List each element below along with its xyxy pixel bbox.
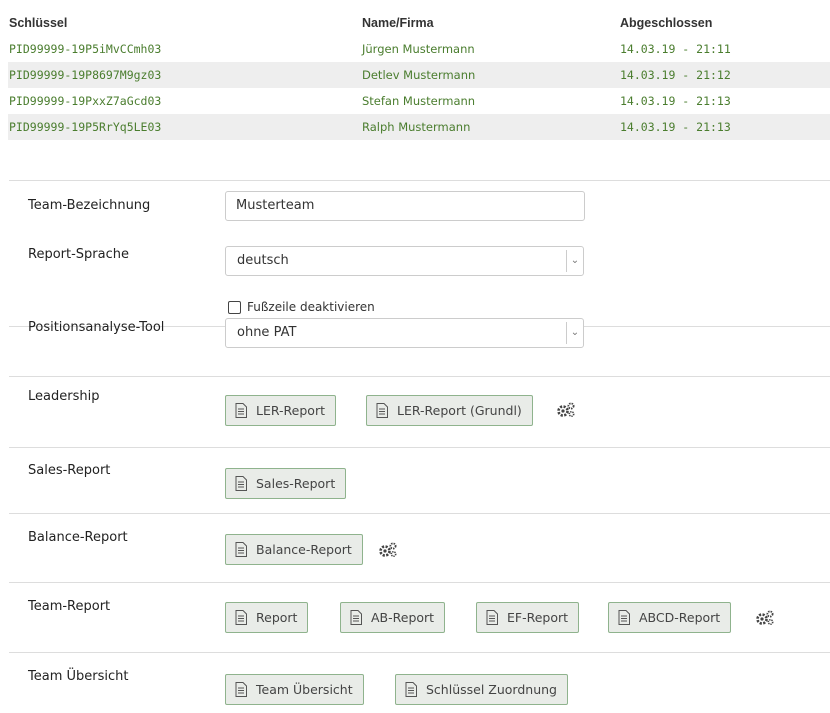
pat-label: Positionsanalyse-Tool [28,320,165,335]
row-date[interactable]: 14.03.19 - 21:13 [620,88,731,114]
keys-table: Schlüssel Name/Firma Abgeschlossen PID99… [8,10,830,140]
chevron-down-icon: ⌄ [566,322,583,344]
balance-label: Balance-Report [28,530,128,545]
row-name[interactable]: Stefan Mustermann [362,88,475,114]
team-name-label: Team-Bezeichnung [28,198,151,213]
ef-report-button[interactable]: EF-Report [476,602,580,633]
row-key[interactable]: PID99999-19P5iMvCCmh03 [9,36,161,62]
abcd-report-button[interactable]: ABCD-Report [608,602,732,633]
table-row[interactable]: PID99999-19P5RrYq5LE03 Ralph Mustermann … [8,114,830,140]
table-row[interactable]: PID99999-19P8697M9gz03 Detlev Mustermann… [8,62,830,88]
footer-checkbox-label[interactable]: Fußzeile deaktivieren [247,300,375,314]
balance-report-label: Balance-Report [256,542,352,557]
document-icon [350,610,362,625]
row-name[interactable]: Detlev Mustermann [362,62,475,88]
ler-report-label: LER-Report [256,403,325,418]
document-icon [235,403,247,418]
footer-checkbox[interactable] [228,300,241,314]
footer-checkbox-row[interactable]: Fußzeile deaktivieren [228,299,375,315]
report-language-value: deutsch [237,253,289,268]
row-key[interactable]: PID99999-19P5RrYq5LE03 [9,114,161,140]
column-header-key: Schlüssel [9,16,68,30]
settings-section: Team-Bezeichnung Musterteam Report-Sprac… [9,181,830,327]
report-language-select[interactable]: deutsch ⌄ [225,246,584,276]
row-key[interactable]: PID99999-19P8697M9gz03 [9,62,161,88]
document-icon [376,403,388,418]
ab-report-label: AB-Report [371,610,435,625]
sales-report-button[interactable]: Sales-Report [225,468,347,499]
document-icon [486,610,498,625]
team-report-section: Team-Report Report AB-Report EF-Report A… [9,583,830,653]
abcd-report-label: ABCD-Report [639,610,721,625]
gears-icon[interactable] [555,401,577,419]
document-icon [235,476,247,491]
team-overview-button[interactable]: Team Übersicht [225,674,364,705]
sales-section: Sales-Report Sales-Report [9,448,830,514]
report-language-label: Report-Sprache [28,247,129,262]
ler-report-grundl-button[interactable]: LER-Report (Grundl) [366,395,533,426]
document-icon [235,610,247,625]
ler-report-button[interactable]: LER-Report [225,395,336,426]
report-label: Report [256,610,298,625]
row-key[interactable]: PID99999-19PxxZ7aGcd03 [9,88,161,114]
ef-report-label: EF-Report [507,610,569,625]
leadership-section: Leadership LER-Report LER-Report (Grundl… [9,377,830,448]
pat-section: Positionsanalyse-Tool ohne PAT ⌄ [9,318,830,377]
pat-select[interactable]: ohne PAT ⌄ [225,318,584,348]
team-report-label: Team-Report [28,599,111,614]
sales-report-label: Sales-Report [256,476,336,491]
gears-icon[interactable] [377,541,399,559]
row-date[interactable]: 14.03.19 - 21:13 [620,114,731,140]
row-name[interactable]: Jürgen Mustermann [362,36,475,62]
balance-report-button[interactable]: Balance-Report [225,534,363,565]
row-date[interactable]: 14.03.19 - 21:11 [620,36,731,62]
key-assignment-button[interactable]: Schlüssel Zuordnung [395,674,568,705]
team-settings-form: Team-Bezeichnung Musterteam Report-Sprac… [9,180,830,713]
column-header-completed: Abgeschlossen [620,16,713,30]
report-button[interactable]: Report [225,602,309,633]
team-name-input[interactable]: Musterteam [225,191,585,221]
row-name[interactable]: Ralph Mustermann [362,114,470,140]
team-overview-label: Team Übersicht [28,669,129,684]
team-overview-section: Team Übersicht Team Übersicht Schlüssel … [9,653,830,713]
ler-report-grundl-label: LER-Report (Grundl) [397,403,522,418]
document-icon [235,542,247,557]
pat-value: ohne PAT [237,325,297,340]
gears-icon[interactable] [754,609,776,627]
table-row[interactable]: PID99999-19PxxZ7aGcd03 Stefan Mustermann… [8,88,830,114]
table-header: Schlüssel Name/Firma Abgeschlossen [8,10,830,36]
table-row[interactable]: PID99999-19P5iMvCCmh03 Jürgen Mustermann… [8,36,830,62]
column-header-name: Name/Firma [362,16,434,30]
balance-section: Balance-Report Balance-Report [9,514,830,583]
document-icon [618,610,630,625]
ab-report-button[interactable]: AB-Report [340,602,446,633]
row-date[interactable]: 14.03.19 - 21:12 [620,62,731,88]
leadership-label: Leadership [28,389,100,404]
chevron-down-icon: ⌄ [566,250,583,272]
sales-label: Sales-Report [28,463,111,478]
